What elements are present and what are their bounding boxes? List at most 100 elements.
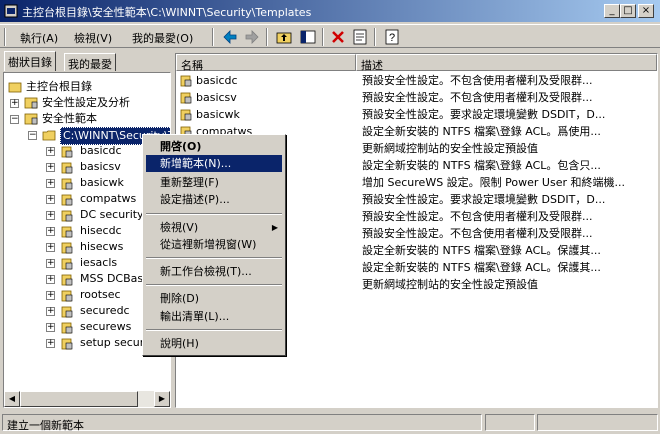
expand-plus-icon[interactable]: + (46, 195, 55, 204)
svg-text:?: ? (389, 32, 395, 44)
expand-plus-icon[interactable]: + (10, 99, 19, 108)
column-header-description[interactable]: 描述 (356, 54, 657, 72)
mmc-app-icon (4, 4, 18, 18)
menu-item-new-taskpad[interactable]: 新工作台檢視(T)... (146, 263, 282, 280)
forward-arrow-icon[interactable] (242, 27, 262, 47)
expand-plus-icon[interactable]: + (46, 291, 55, 300)
list-item[interactable]: basicwk 預設安全性設定。要求設定環境變數 DSDIT，D... (176, 106, 657, 123)
list-item[interactable]: basicsv 預設安全性設定。不包含使用者權利及受限群... (176, 89, 657, 106)
menu-separator (146, 257, 282, 259)
status-text: 建立一個新範本 (2, 414, 482, 432)
status-segment (537, 414, 658, 431)
menu-item-reload[interactable]: 重新整理(F) (146, 174, 282, 191)
tree-item-label: 主控台根目錄 (26, 80, 92, 93)
expand-plus-icon[interactable]: + (46, 259, 55, 268)
window-title: 主控台根目錄\安全性範本\C:\WINNT\Security\Templates (22, 6, 312, 19)
list-item-description: 預設安全性設定。不包含使用者權利及受限群... (362, 227, 593, 240)
tree-item-label: MSS DCBas (80, 272, 144, 285)
template-icon (61, 194, 73, 206)
menu-item-label: 檢視(V) (160, 221, 199, 234)
tree-item-label: basicdc (80, 144, 122, 157)
expand-plus-icon[interactable]: + (46, 227, 55, 236)
expand-plus-icon[interactable]: + (46, 243, 55, 252)
context-menu: 開啓(O) 新增範本(N)... 重新整理(F) 設定描述(P)... 檢視(V… (142, 134, 286, 356)
expand-plus-icon[interactable]: + (46, 323, 55, 332)
expand-plus-icon[interactable]: + (46, 211, 55, 220)
tree-item-label: hisecws (80, 240, 124, 253)
toolbar-separator (374, 28, 376, 46)
menu-view[interactable]: 檢視(V) (74, 30, 112, 46)
template-icon (61, 178, 73, 190)
menu-item-help[interactable]: 說明(H) (146, 335, 282, 352)
security-config-icon (24, 97, 38, 109)
properties-icon[interactable] (350, 27, 370, 47)
tree-item-label: hisecdc (80, 224, 122, 237)
tree-item-label: 安全性設定及分析 (42, 96, 130, 109)
scrollbar-thumb[interactable] (20, 391, 138, 407)
list-item-description: 預設安全性設定。要求設定環境變數 DSDIT，D... (362, 108, 606, 121)
menu-item-set-description[interactable]: 設定描述(P)... (146, 191, 282, 208)
list-item-description: 設定全新安裝的 NTFS 檔案\登錄 ACL。保護其... (362, 261, 601, 274)
expand-plus-icon[interactable]: + (46, 147, 55, 156)
title-bar[interactable]: 主控台根目錄\安全性範本\C:\WINNT\Security\Templates… (0, 0, 660, 22)
template-icon (180, 75, 192, 87)
expand-plus-icon[interactable]: + (46, 163, 55, 172)
scroll-left-arrow-icon[interactable]: ◀ (4, 391, 20, 407)
delete-x-icon[interactable] (328, 27, 348, 47)
menu-item-new-window[interactable]: 從這裡新增視窗(W) (146, 236, 282, 253)
up-folder-icon[interactable] (274, 27, 294, 47)
help-icon[interactable]: ? (382, 27, 402, 47)
folder-icon (42, 130, 56, 141)
tree-horizontal-scrollbar[interactable]: ◀ ▶ (4, 391, 170, 407)
menu-separator (146, 213, 282, 215)
collapse-minus-icon[interactable]: − (10, 115, 19, 124)
tab-tree[interactable]: 樹狀目錄 (4, 51, 56, 71)
tree-item-label: DC security (80, 208, 144, 221)
template-icon (61, 146, 73, 158)
template-icon (61, 242, 73, 254)
column-header-name[interactable]: 名稱 (176, 54, 356, 72)
tree-item-label: basicwk (80, 176, 124, 189)
toolbar-separator (212, 28, 214, 46)
console-root-icon (8, 82, 22, 93)
tree-item-label: basicsv (80, 160, 121, 173)
collapse-minus-icon[interactable]: − (28, 131, 37, 140)
menu-item-delete[interactable]: 刪除(D) (146, 290, 282, 307)
tree-item-label: setup securit (80, 336, 152, 349)
toolbar-separator (322, 28, 324, 46)
back-arrow-icon[interactable] (220, 27, 240, 47)
tab-favorites[interactable]: 我的最愛 (64, 53, 116, 71)
close-button[interactable]: × (638, 4, 654, 18)
status-segment (485, 414, 535, 431)
menu-favorites[interactable]: 我的最愛(O) (132, 30, 193, 46)
menu-item-new-template[interactable]: 新增範本(N)... (146, 155, 282, 172)
list-item-description: 設定全新安裝的 NTFS 檔案\登錄 ACL。保護其... (362, 244, 601, 257)
tree-item-label: iesacls (80, 256, 118, 269)
expand-plus-icon[interactable]: + (46, 339, 55, 348)
expand-plus-icon[interactable]: + (46, 307, 55, 316)
template-icon (61, 274, 73, 286)
menu-item-open[interactable]: 開啓(O) (146, 138, 282, 155)
list-item-description: 預設安全性設定。不包含使用者權利及受限群... (362, 91, 593, 104)
list-item[interactable]: basicdc 預設安全性設定。不包含使用者權利及受限群... (176, 72, 657, 89)
menu-item-view[interactable]: 檢視(V) ▶ (146, 219, 282, 236)
template-icon (61, 290, 73, 302)
expand-plus-icon[interactable]: + (46, 179, 55, 188)
maximize-button[interactable]: □ (620, 4, 636, 18)
tree-item-label: compatws (80, 192, 137, 205)
list-item-description: 預設安全性設定。不包含使用者權利及受限群... (362, 210, 593, 223)
list-item-description: 預設安全性設定。要求設定環境變數 DSDIT，D... (362, 193, 606, 206)
menu-separator (146, 284, 282, 286)
template-icon (61, 322, 73, 334)
toolbar-grip (4, 28, 6, 46)
menu-action[interactable]: 執行(A) (20, 30, 58, 46)
list-item-description: 增加 SecureWS 設定。限制 Power User 和終端機... (362, 176, 625, 189)
menu-item-export-list[interactable]: 輸出清單(L)... (146, 308, 282, 325)
tree-item-label: securews (80, 320, 132, 333)
minimize-button[interactable]: _ (604, 4, 620, 18)
list-item-description: 預設安全性設定。不包含使用者權利及受限群... (362, 74, 593, 87)
show-hide-tree-icon[interactable] (298, 27, 318, 47)
list-item-name: basicwk (196, 108, 240, 121)
expand-plus-icon[interactable]: + (46, 275, 55, 284)
scroll-right-arrow-icon[interactable]: ▶ (154, 391, 170, 407)
